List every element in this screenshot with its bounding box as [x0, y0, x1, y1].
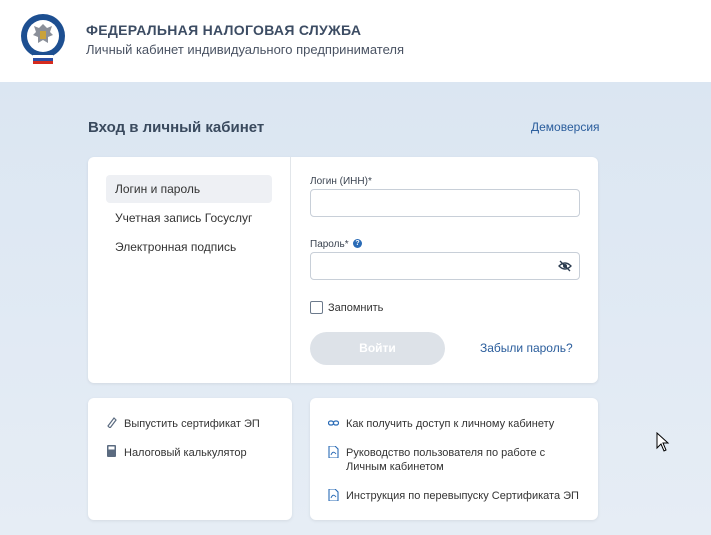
demo-link[interactable]: Демоверсия — [531, 120, 600, 134]
fns-emblem-logo[interactable] — [20, 12, 66, 68]
login-field-label: Логин (ИНН)* — [310, 176, 372, 187]
password-input[interactable] — [310, 252, 580, 280]
login-input[interactable] — [310, 189, 580, 217]
tools-card: Выпустить сертификат ЭП Налоговый кальку… — [88, 398, 292, 520]
method-gosuslugi[interactable]: Учетная запись Госуслуг — [106, 204, 272, 232]
pdf-icon — [328, 446, 339, 458]
login-card: Логин и пароль Учетная запись Госуслуг Э… — [88, 157, 598, 383]
forgot-password-link[interactable]: Забыли пароль? — [480, 341, 573, 355]
method-login-password[interactable]: Логин и пароль — [106, 175, 272, 203]
access-guide-link[interactable]: Как получить доступ к личному кабинету — [346, 417, 554, 431]
site-header: ФЕДЕРАЛЬНАЯ НАЛОГОВАЯ СЛУЖБА Личный каби… — [0, 0, 711, 82]
remember-label[interactable]: Запомнить — [328, 302, 383, 314]
pdf-icon — [328, 489, 339, 501]
help-links-card: Как получить доступ к личному кабинету Р… — [310, 398, 598, 520]
calculator-icon — [106, 445, 117, 457]
issue-certificate-link[interactable]: Выпустить сертификат ЭП — [124, 417, 260, 431]
method-digital-signature[interactable]: Электронная подпись — [106, 233, 272, 261]
certificate-reissue-link[interactable]: Инструкция по перевыпуску Сертификата ЭП — [346, 489, 579, 503]
login-button[interactable]: Войти — [310, 332, 445, 365]
remember-checkbox[interactable] — [310, 301, 323, 314]
help-icon[interactable]: ? — [353, 239, 362, 248]
page-title: Вход в личный кабинет — [88, 119, 264, 136]
password-field-label: Пароль* — [310, 239, 349, 250]
header-title: ФЕДЕРАЛЬНАЯ НАЛОГОВАЯ СЛУЖБА — [86, 22, 361, 38]
mouse-cursor-icon — [656, 432, 670, 452]
user-manual-link[interactable]: Руководство пользователя по работе с Лич… — [346, 446, 576, 474]
pen-icon — [106, 416, 117, 428]
header-subtitle: Личный кабинет индивидуального предприни… — [86, 42, 404, 57]
link-icon — [328, 417, 339, 429]
eye-slash-icon[interactable] — [558, 260, 572, 272]
card-divider — [290, 157, 291, 383]
tax-calculator-link[interactable]: Налоговый калькулятор — [124, 446, 247, 460]
